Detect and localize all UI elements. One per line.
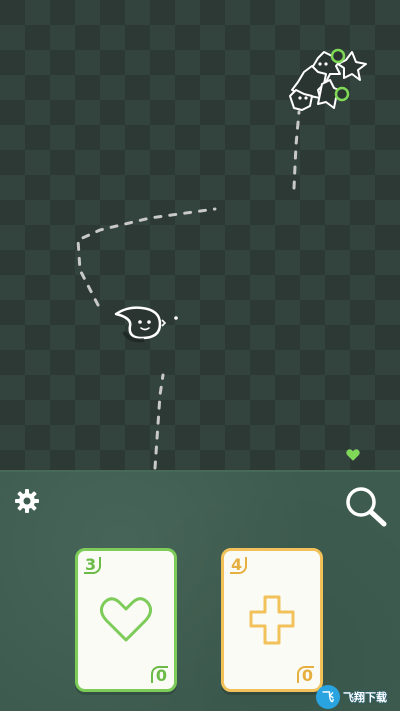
magnifier-icon — [346, 487, 387, 527]
watermark-text: 飞翔下载 — [343, 690, 387, 704]
watermark: 飞 飞翔下载 — [316, 682, 400, 711]
heart-full-icon — [346, 449, 360, 461]
watermark-logo: 飞 — [316, 684, 340, 709]
card-cost: 3 — [84, 555, 102, 574]
player-ghost — [114, 306, 178, 343]
enemy-cluster — [289, 48, 367, 111]
plus-suit-icon — [249, 595, 295, 645]
board-drawing — [76, 48, 367, 470]
heart-card[interactable]: 3 0 — [75, 548, 177, 692]
trajectory-path — [153, 373, 165, 470]
trajectory-path — [292, 110, 301, 190]
card-power: 0 — [296, 666, 314, 685]
card-power: 0 — [150, 666, 168, 685]
card-cost: 4 — [230, 555, 248, 574]
cross-card[interactable]: 4 0 — [221, 548, 323, 692]
search-button[interactable] — [343, 484, 389, 528]
trajectory-path — [76, 207, 217, 307]
game-board — [0, 0, 400, 470]
card-panel — [0, 470, 400, 711]
gear-icon — [15, 489, 39, 513]
heart-suit-icon — [99, 597, 153, 642]
settings-button[interactable] — [12, 486, 42, 516]
game-screen: 3 0 4 0 飞 飞翔下载 — [0, 0, 400, 711]
